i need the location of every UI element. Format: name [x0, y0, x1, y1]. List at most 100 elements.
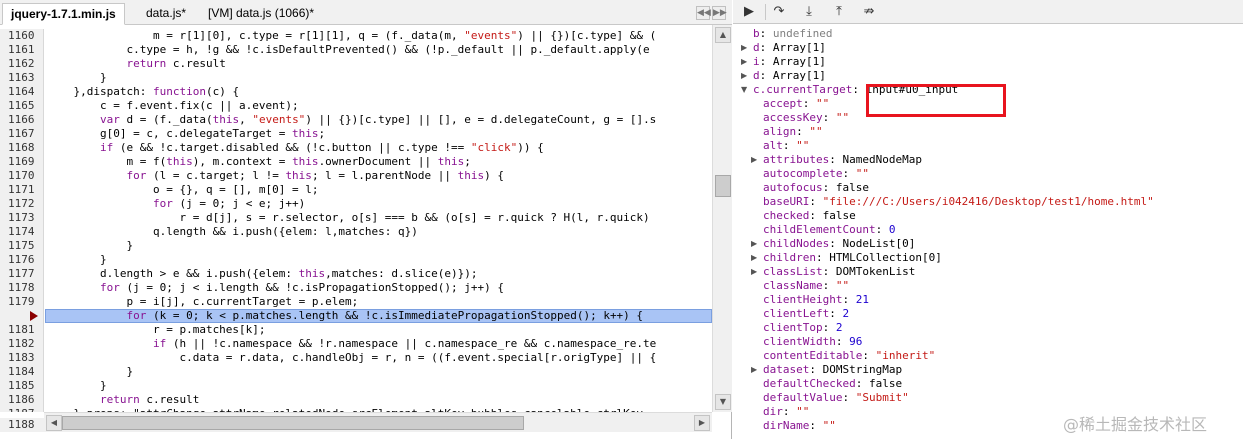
code-view: 1160 m = r[1][0], c.type = r[1][1], q = … — [0, 25, 712, 412]
code-line: 1178 for (j = 0; j < i.length && !c.isPr… — [0, 281, 712, 295]
tab-vm-data-js[interactable]: [VM] data.js (1066)* — [200, 3, 322, 25]
code-text: } — [47, 71, 107, 84]
code-line: 1174 q.length && i.push({elem: l,matches… — [0, 225, 712, 239]
line-number[interactable]: 1164 — [0, 85, 44, 99]
line-number[interactable]: 1162 — [0, 57, 44, 71]
code-line: 1163 } — [0, 71, 712, 85]
scope-property[interactable]: ▶ attributes: NamedNodeMap — [733, 153, 1243, 167]
property-name: childElementCount — [763, 223, 876, 236]
property-value: "" — [796, 405, 810, 418]
scroll-right-icon[interactable]: ▶ — [694, 415, 710, 431]
code-line: 1173 r = d[j], s = r.selector, o[s] === … — [0, 211, 712, 225]
line-number[interactable]: 1165 — [0, 99, 44, 113]
code-text: r = d[j], s = r.selector, o[s] === b && … — [47, 211, 650, 224]
tab-navigation: ◀◀ ▶▶ — [694, 5, 727, 21]
horizontal-scrollbar[interactable]: ◀ ▶ — [44, 412, 712, 432]
line-number[interactable]: 1175 — [0, 239, 44, 253]
tab-next-icon[interactable]: ▶▶ — [712, 6, 727, 20]
line-number[interactable]: 1160 — [0, 29, 44, 43]
code-text: var d = (f._data(this, "events") || {})[… — [99, 113, 657, 126]
line-number[interactable]: 1182 — [0, 337, 44, 351]
scope-property: defaultChecked: false — [763, 377, 903, 390]
line-number[interactable]: 1172 — [0, 197, 44, 211]
line-number[interactable]: 1167 — [0, 127, 44, 141]
line-number[interactable]: 1163 — [0, 71, 44, 85]
property-value: "" — [809, 125, 823, 138]
scroll-thumb[interactable] — [715, 175, 731, 197]
property-value: "" — [822, 419, 836, 432]
code-line: 1169 m = f(this), m.context = this.owner… — [0, 155, 712, 169]
line-number[interactable]: 1174 — [0, 225, 44, 239]
scroll-left-icon[interactable]: ◀ — [46, 415, 62, 431]
expand-triangle-icon[interactable]: ▶ — [751, 363, 761, 377]
property-name: accept — [763, 97, 803, 110]
scope-property[interactable]: ▶ d: Array[1] — [733, 69, 1243, 83]
expand-triangle-icon[interactable]: ▶ — [741, 69, 751, 83]
property-name: clientHeight — [763, 293, 843, 306]
line-number[interactable]: 1181 — [0, 323, 44, 337]
line-number[interactable]: 1186 — [0, 393, 44, 407]
line-number[interactable]: 1170 — [0, 169, 44, 183]
tab-data-js[interactable]: data.js* — [138, 3, 194, 25]
scroll-up-icon[interactable]: ▲ — [715, 27, 731, 43]
property-name: dirName — [763, 419, 810, 432]
tab-jquery[interactable]: jquery-1.7.1.min.js — [2, 3, 125, 25]
expand-triangle-icon[interactable]: ▶ — [751, 251, 761, 265]
scope-property: clientTop: 2 — [763, 321, 843, 334]
code-text: } — [47, 253, 107, 266]
toolbar-separator — [765, 4, 766, 20]
code-line: 1179 p = i[j], c.currentTarget = p.elem; — [0, 295, 712, 309]
tab-label: jquery-1.7.1.min.js — [11, 7, 116, 21]
line-number[interactable]: 1185 — [0, 379, 44, 393]
scroll-thumb[interactable] — [62, 416, 524, 430]
scope-property[interactable]: ▶ classList: DOMTokenList — [733, 265, 1243, 279]
line-number[interactable]: 1184 — [0, 365, 44, 379]
line-number[interactable]: 1169 — [0, 155, 44, 169]
vertical-scrollbar[interactable]: ▲ ▼ — [712, 25, 732, 412]
code-line: 1162 return c.result — [0, 57, 712, 71]
expand-triangle-icon[interactable]: ▶ — [741, 55, 751, 69]
step-over-icon[interactable]: ↷ — [767, 2, 791, 22]
scope-property[interactable]: ▶ childNodes: NodeList[0] — [733, 237, 1243, 251]
line-number[interactable]: 1171 — [0, 183, 44, 197]
step-out-icon[interactable]: ⤒ — [827, 2, 851, 22]
step-into-icon[interactable]: ⤓ — [797, 2, 821, 22]
property-name: dir — [763, 405, 783, 418]
line-number[interactable]: 1178 — [0, 281, 44, 295]
property-name: d — [753, 69, 760, 82]
line-number[interactable]: 1187 — [0, 407, 44, 412]
debugger-pane: ▶ ↷ ⤓ ⤒ ⇏ b: undefined ▶ d: Array[1] ▶ i: Ar… — [733, 0, 1243, 439]
code-line: 1171 o = {}, q = [], m[0] = l; — [0, 183, 712, 197]
expand-triangle-icon[interactable]: ▶ — [751, 265, 761, 279]
line-number[interactable]: 1173 — [0, 211, 44, 225]
code-text: for (j = 0; j < e; j++) — [152, 197, 306, 210]
line-number[interactable]: 1179 — [0, 295, 44, 309]
scroll-down-icon[interactable]: ▼ — [715, 394, 731, 410]
line-number[interactable]: 1166 — [0, 113, 44, 127]
property-name: autocomplete — [763, 167, 843, 180]
collapse-triangle-icon[interactable]: ▼ — [741, 83, 751, 97]
expand-triangle-icon[interactable]: ▶ — [751, 153, 761, 167]
expand-triangle-icon[interactable]: ▶ — [751, 237, 761, 251]
property-value: 2 — [842, 307, 850, 320]
scope-property[interactable]: ▶ d: Array[1] — [733, 41, 1243, 55]
deactivate-breakpoints-icon[interactable]: ⇏ — [857, 2, 881, 22]
pause-resume-icon[interactable]: ▶ — [737, 2, 761, 22]
line-number[interactable]: 1161 — [0, 43, 44, 57]
code-text: o = {}, q = [], m[0] = l; — [47, 183, 319, 196]
scope-property: baseURI: "file:///C:/Users/i042416/Deskt… — [763, 195, 1154, 208]
code-line: 1177 d.length > e && i.push({elem: this,… — [0, 267, 712, 281]
tab-prev-icon[interactable]: ◀◀ — [696, 6, 711, 20]
scope-property[interactable]: ▶ dataset: DOMStringMap — [733, 363, 1243, 377]
scope-property[interactable]: ▶ children: HTMLCollection[0] — [733, 251, 1243, 265]
code-text: return c.result — [99, 393, 200, 406]
line-number[interactable]: 1177 — [0, 267, 44, 281]
line-number[interactable]: 1176 — [0, 253, 44, 267]
scope-property[interactable]: ▶ i: Array[1] — [733, 55, 1243, 69]
line-number[interactable]: 1168 — [0, 141, 44, 155]
property-name: checked — [763, 209, 810, 222]
property-value: "" — [835, 279, 850, 292]
expand-triangle-icon[interactable]: ▶ — [741, 41, 751, 55]
property-value: "" — [796, 139, 810, 152]
line-number[interactable]: 1183 — [0, 351, 44, 365]
